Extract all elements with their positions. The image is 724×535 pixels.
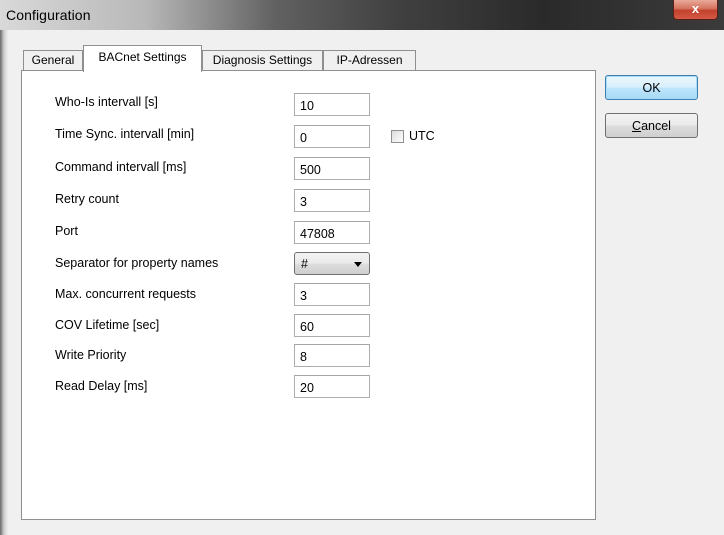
tab-bacnet-settings[interactable]: BACnet Settings xyxy=(83,45,202,72)
tab-diagnosis-settings[interactable]: Diagnosis Settings xyxy=(202,50,323,71)
tab-general-label: General xyxy=(31,53,75,67)
time-sync-interval-input[interactable] xyxy=(294,125,370,148)
tab-general[interactable]: General xyxy=(23,50,83,71)
cov-lifetime-label: COV Lifetime [sec] xyxy=(55,318,160,332)
ok-button[interactable]: OK xyxy=(605,75,698,100)
tab-bacnet-settings-label: BACnet Settings xyxy=(98,50,187,64)
port-label: Port xyxy=(55,224,78,238)
utc-checkbox-label[interactable]: UTC xyxy=(409,129,435,143)
write-priority-label: Write Priority xyxy=(55,348,127,362)
window-title: Configuration xyxy=(6,7,91,23)
read-delay-label: Read Delay [ms] xyxy=(55,379,148,393)
command-interval-label: Command intervall [ms] xyxy=(55,160,187,174)
window-left-border xyxy=(0,0,8,535)
command-interval-input[interactable] xyxy=(294,157,370,180)
retry-count-input[interactable] xyxy=(294,189,370,212)
title-bar[interactable]: Configuration x xyxy=(0,0,724,30)
tab-diagnosis-settings-label: Diagnosis Settings xyxy=(212,53,313,67)
cov-lifetime-input[interactable] xyxy=(294,314,370,337)
utc-checkbox[interactable] xyxy=(391,130,404,143)
time-sync-interval-label: Time Sync. intervall [min] xyxy=(55,127,195,141)
max-concurrent-requests-input[interactable] xyxy=(294,283,370,306)
chevron-down-icon xyxy=(354,262,362,267)
separator-select-value: # xyxy=(301,257,308,271)
configuration-dialog: Configuration x General BACnet Settings … xyxy=(0,0,724,535)
who-is-interval-input[interactable] xyxy=(294,93,370,116)
write-priority-input[interactable] xyxy=(294,344,370,367)
separator-label: Separator for property names xyxy=(55,256,219,270)
max-concurrent-requests-label: Max. concurrent requests xyxy=(55,287,197,301)
separator-select[interactable]: # xyxy=(294,252,370,275)
retry-count-label: Retry count xyxy=(55,192,119,206)
tab-ip-adressen-label: IP-Adressen xyxy=(336,53,403,67)
close-icon: x xyxy=(691,1,700,16)
read-delay-input[interactable] xyxy=(294,375,370,398)
tab-ip-adressen[interactable]: IP-Adressen xyxy=(323,50,416,71)
close-button[interactable]: x xyxy=(673,0,718,20)
who-is-interval-label: Who-Is intervall [s] xyxy=(55,95,158,109)
port-input[interactable] xyxy=(294,221,370,244)
cancel-button[interactable]: Cancel xyxy=(605,113,698,138)
